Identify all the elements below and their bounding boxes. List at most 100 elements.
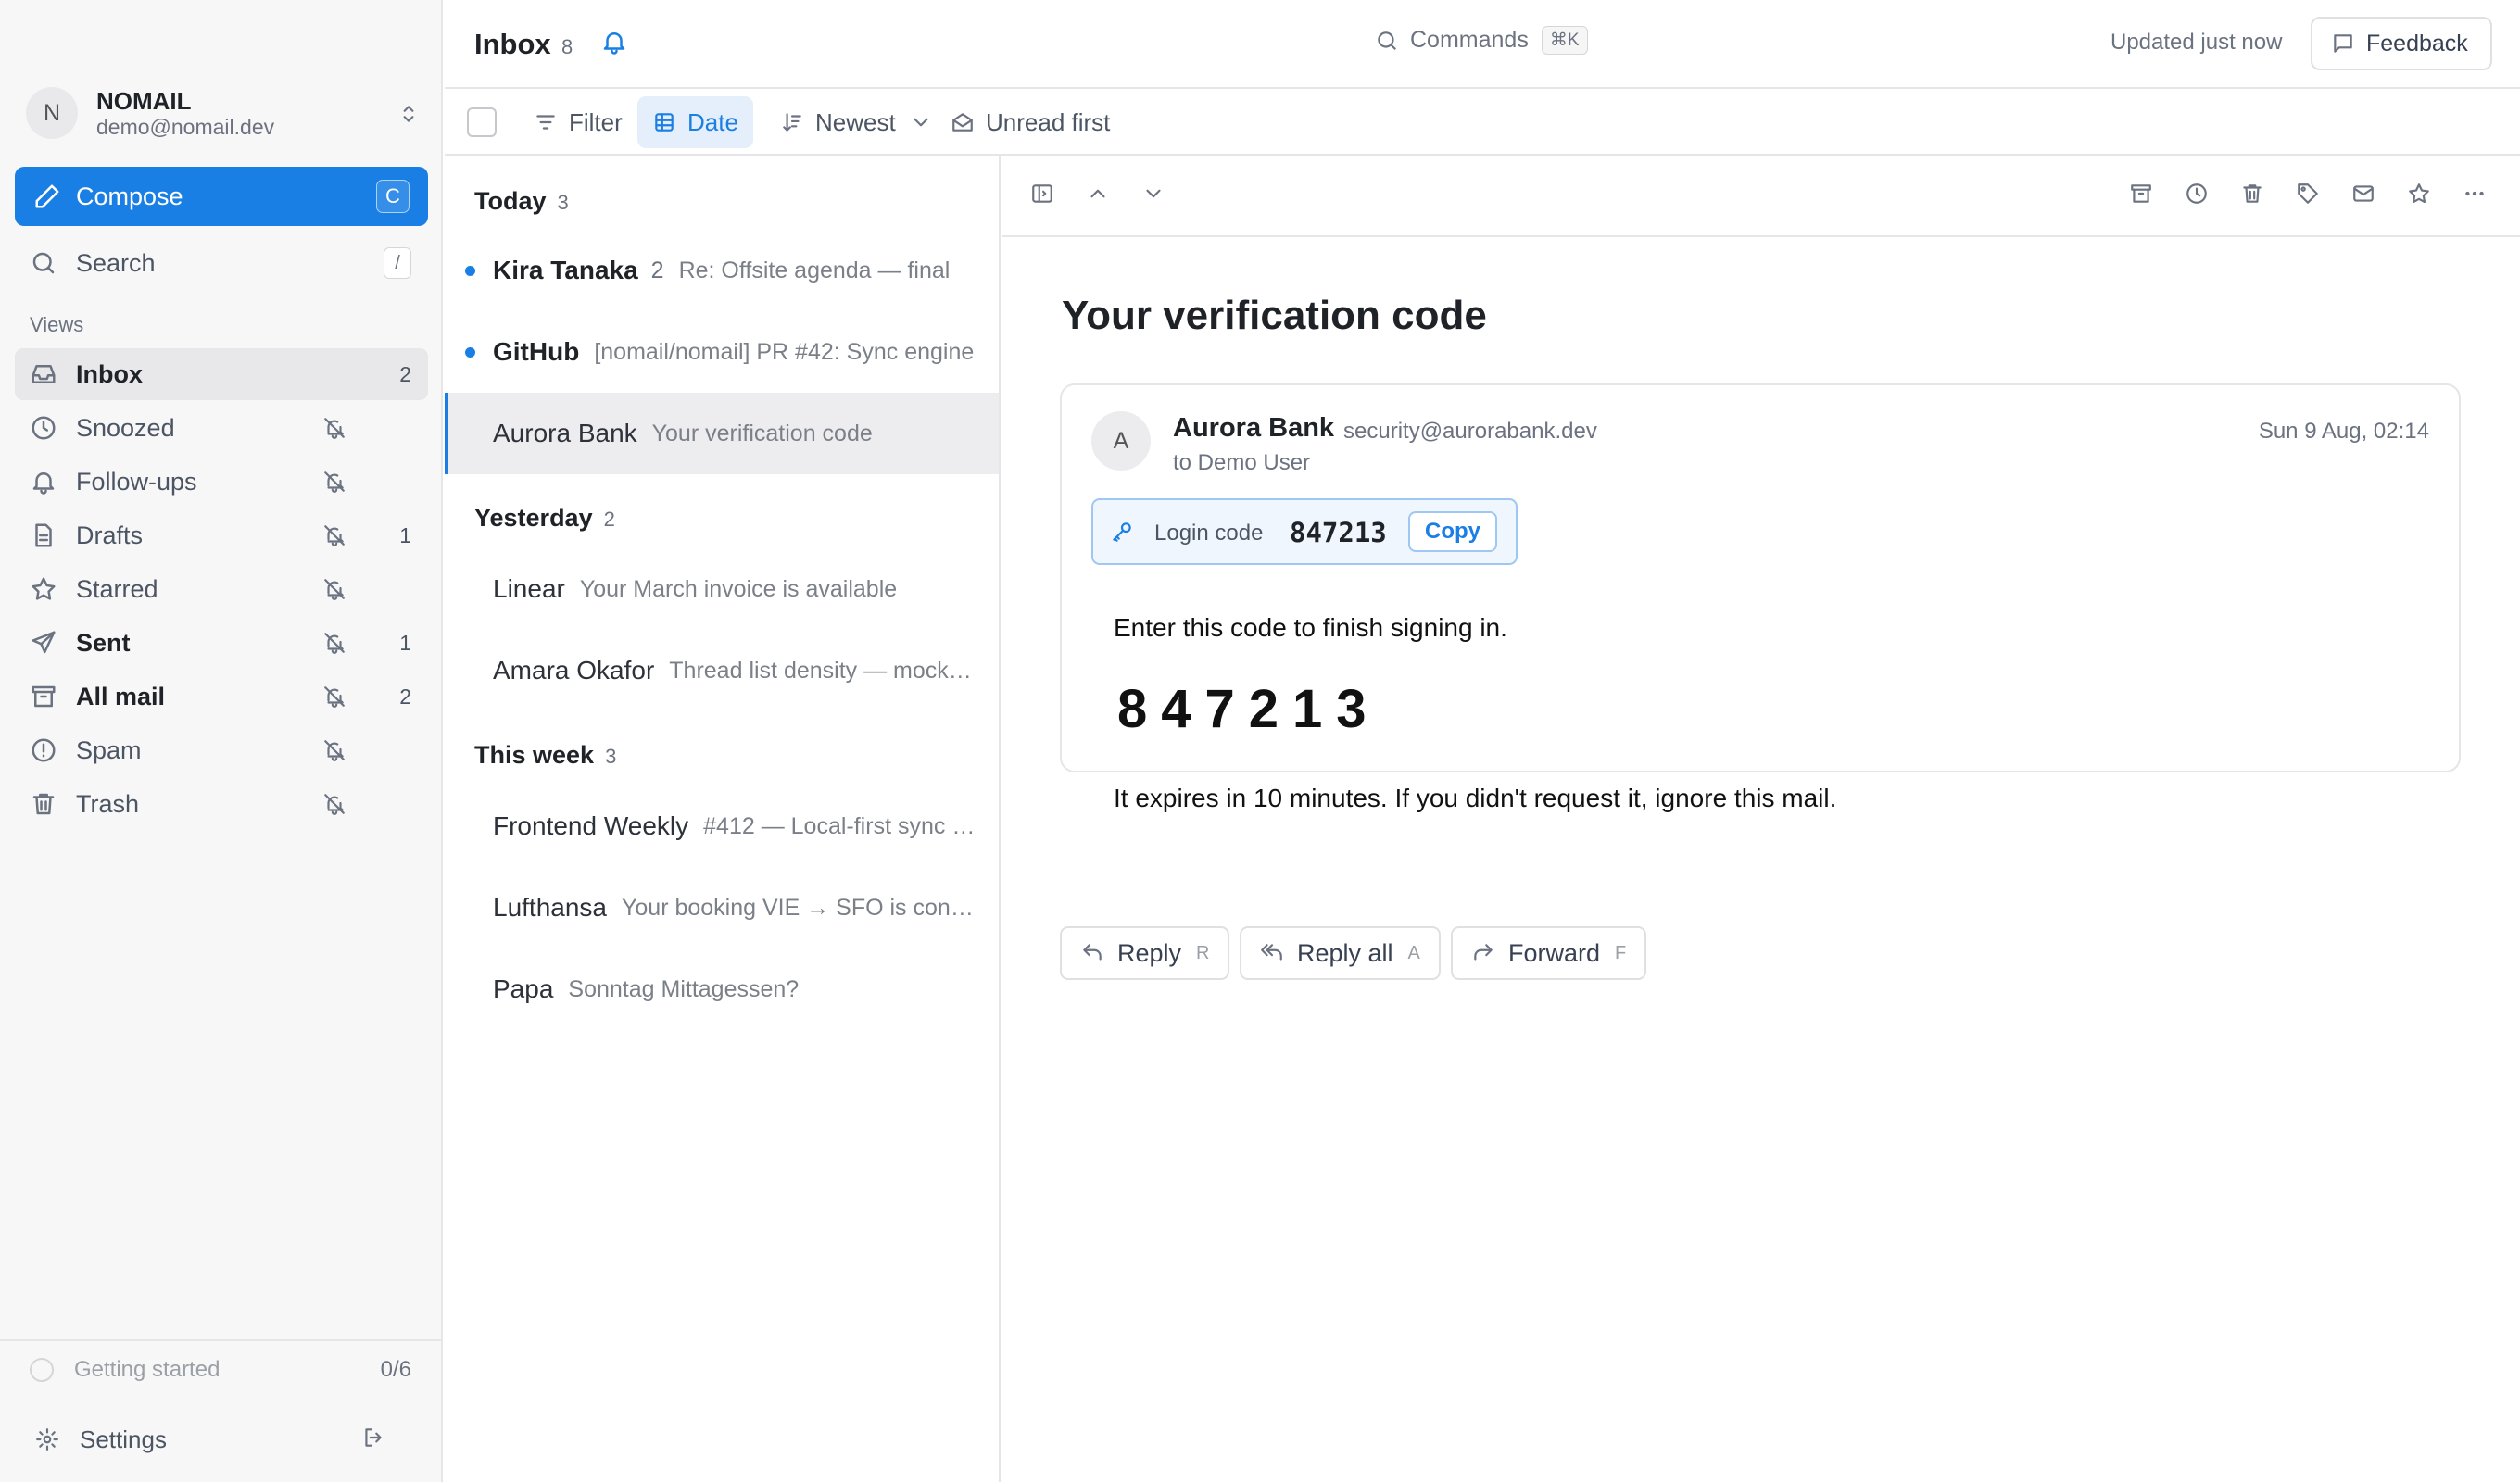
bell-off-icon[interactable] — [322, 523, 365, 547]
archive-icon[interactable] — [2129, 182, 2153, 206]
bell-off-icon[interactable] — [322, 631, 365, 655]
alert-icon — [30, 736, 76, 764]
search-icon — [30, 249, 76, 277]
sidebar-item-follow-ups[interactable]: Follow-ups — [15, 456, 428, 508]
sidebar-item-label: All mail — [76, 682, 166, 710]
sort-button[interactable]: Newest — [765, 96, 948, 148]
feedback-label: Feedback — [2366, 30, 2468, 57]
chevron-down-icon — [896, 110, 933, 134]
send-icon — [30, 629, 76, 657]
sidebar-item-label: Follow-ups — [76, 467, 197, 496]
list-item[interactable]: Amara Okafor Thread list density — mocku… — [445, 630, 999, 711]
bell-off-icon[interactable] — [322, 416, 365, 440]
panel-toggle-icon[interactable] — [1030, 182, 1054, 206]
sidebar-item-label: Drafts — [76, 521, 144, 549]
list-item-selected[interactable]: Aurora Bank Your verification code — [445, 393, 999, 474]
mail-icon[interactable] — [2351, 182, 2375, 206]
list-item[interactable]: Linear Your March invoice is available — [445, 548, 999, 630]
commands-shortcut: ⌘K — [1541, 26, 1588, 55]
clock-icon[interactable] — [2185, 182, 2209, 206]
forward-button[interactable]: Forward F — [1451, 926, 1647, 980]
filter-button[interactable]: Filter — [519, 96, 637, 148]
sidebar-item-inbox[interactable]: Inbox 2 — [15, 348, 428, 400]
list-toolbar: Filter Date Newest Unread first — [445, 89, 2520, 156]
chevron-up-icon[interactable] — [1086, 182, 1110, 206]
search-icon — [1375, 29, 1410, 53]
sidebar-item-spam[interactable]: Spam — [15, 724, 428, 776]
select-all-checkbox[interactable] — [467, 107, 497, 137]
progress-ring-icon — [30, 1358, 54, 1382]
account-switcher[interactable]: N NOMAIL demo@nomail.dev — [26, 87, 421, 143]
bell-off-icon[interactable] — [322, 792, 365, 816]
sidebar-item-trash[interactable]: Trash — [15, 778, 428, 830]
sidebar-item-starred[interactable]: Starred — [15, 563, 428, 615]
list-item[interactable]: Kira Tanaka 2 Re: Offsite agenda — final — [445, 230, 999, 311]
date-label: Date — [687, 107, 738, 136]
group-header-this-week: This week 3 — [474, 741, 617, 769]
bell-icon[interactable] — [600, 28, 628, 56]
gear-icon — [35, 1427, 80, 1451]
bell-off-icon[interactable] — [322, 470, 365, 494]
account-name: NOMAIL — [96, 87, 192, 115]
forward-label: Forward — [1508, 938, 1601, 967]
reply-label: Reply — [1117, 938, 1182, 967]
sidebar-item-drafts[interactable]: Drafts 1 — [15, 509, 428, 561]
reply-shortcut: R — [1196, 942, 1210, 963]
group-by-date-button[interactable]: Date — [637, 96, 753, 148]
search-label: Search — [76, 248, 156, 277]
list-item-subject: Sonntag Mittagessen? — [568, 975, 800, 1002]
bell-off-icon[interactable] — [322, 738, 365, 762]
unread-first-label: Unread first — [986, 107, 1111, 136]
sidebar-item-count: 2 — [399, 361, 411, 386]
sender-email[interactable]: security@aurorabank.dev — [1343, 419, 1597, 445]
login-code-box: Login code 847213 Copy — [1091, 498, 1518, 565]
reply-all-shortcut: A — [1407, 942, 1420, 963]
reply-all-label: Reply all — [1297, 938, 1393, 967]
sidebar-item-sent[interactable]: Sent 1 — [15, 617, 428, 669]
logout-icon[interactable] — [361, 1425, 406, 1450]
unread-dot — [465, 347, 475, 358]
sidebar-item-snoozed[interactable]: Snoozed — [15, 402, 428, 454]
reader-toolbar — [1002, 156, 2520, 237]
list-item[interactable]: GitHub [nomail/nomail] PR #42: Sync engi… — [445, 311, 999, 393]
settings-button[interactable]: Settings — [0, 1412, 441, 1467]
star-icon[interactable] — [2407, 182, 2431, 206]
settings-label: Settings — [80, 1425, 167, 1453]
group-header-today: Today 3 — [474, 187, 569, 215]
sidebar-item-label: Spam — [76, 735, 142, 764]
thread-count: 2 — [650, 257, 664, 283]
bell-off-icon[interactable] — [322, 684, 365, 709]
sidebar: N NOMAIL demo@nomail.dev Compose C Searc… — [0, 0, 443, 1482]
list-item[interactable]: Frontend Weekly #412 — Local-first sync … — [445, 785, 999, 867]
inbox-icon — [30, 360, 76, 388]
compose-button[interactable]: Compose C — [15, 167, 428, 226]
list-item[interactable]: Papa Sonntag Mittagessen? — [445, 948, 999, 1030]
clock-icon — [30, 414, 76, 442]
tag-icon[interactable] — [2296, 182, 2320, 206]
reply-all-button[interactable]: Reply all A — [1240, 926, 1441, 980]
getting-started[interactable]: Getting started 0/6 — [0, 1339, 441, 1399]
chevron-up-down-icon[interactable] — [397, 102, 421, 126]
sidebar-item-all-mail[interactable]: All mail 2 — [15, 671, 428, 722]
more-horizontal-icon[interactable] — [2463, 182, 2487, 206]
sidebar-item-count: 1 — [399, 630, 411, 655]
unread-first-button[interactable]: Unread first — [936, 96, 1125, 148]
feedback-button[interactable]: Feedback — [2311, 17, 2492, 70]
chevron-down-icon[interactable] — [1141, 182, 1166, 206]
body-text: Enter this code to finish signing in. — [1114, 613, 1507, 642]
copy-code-button[interactable]: Copy — [1408, 511, 1497, 552]
filter-icon — [534, 110, 569, 134]
list-item[interactable]: Lufthansa Your booking VIE → SFO is conf… — [445, 867, 999, 948]
sender-name[interactable]: Aurora Bank — [1173, 413, 1334, 444]
reply-button[interactable]: Reply R — [1060, 926, 1230, 980]
reply-all-icon — [1260, 941, 1297, 965]
body-text: It expires in 10 minutes. If you didn't … — [1114, 784, 1837, 812]
list-item-sender: GitHub — [493, 337, 580, 366]
commands-button[interactable]: Commands ⌘K — [1375, 26, 1588, 55]
unread-dot — [465, 266, 475, 276]
account-email: demo@nomail.dev — [96, 115, 275, 139]
bell-off-icon[interactable] — [322, 577, 365, 601]
trash-icon[interactable] — [2240, 182, 2264, 206]
group-header-yesterday: Yesterday 2 — [474, 504, 615, 532]
search-button[interactable]: Search / — [15, 235, 428, 291]
